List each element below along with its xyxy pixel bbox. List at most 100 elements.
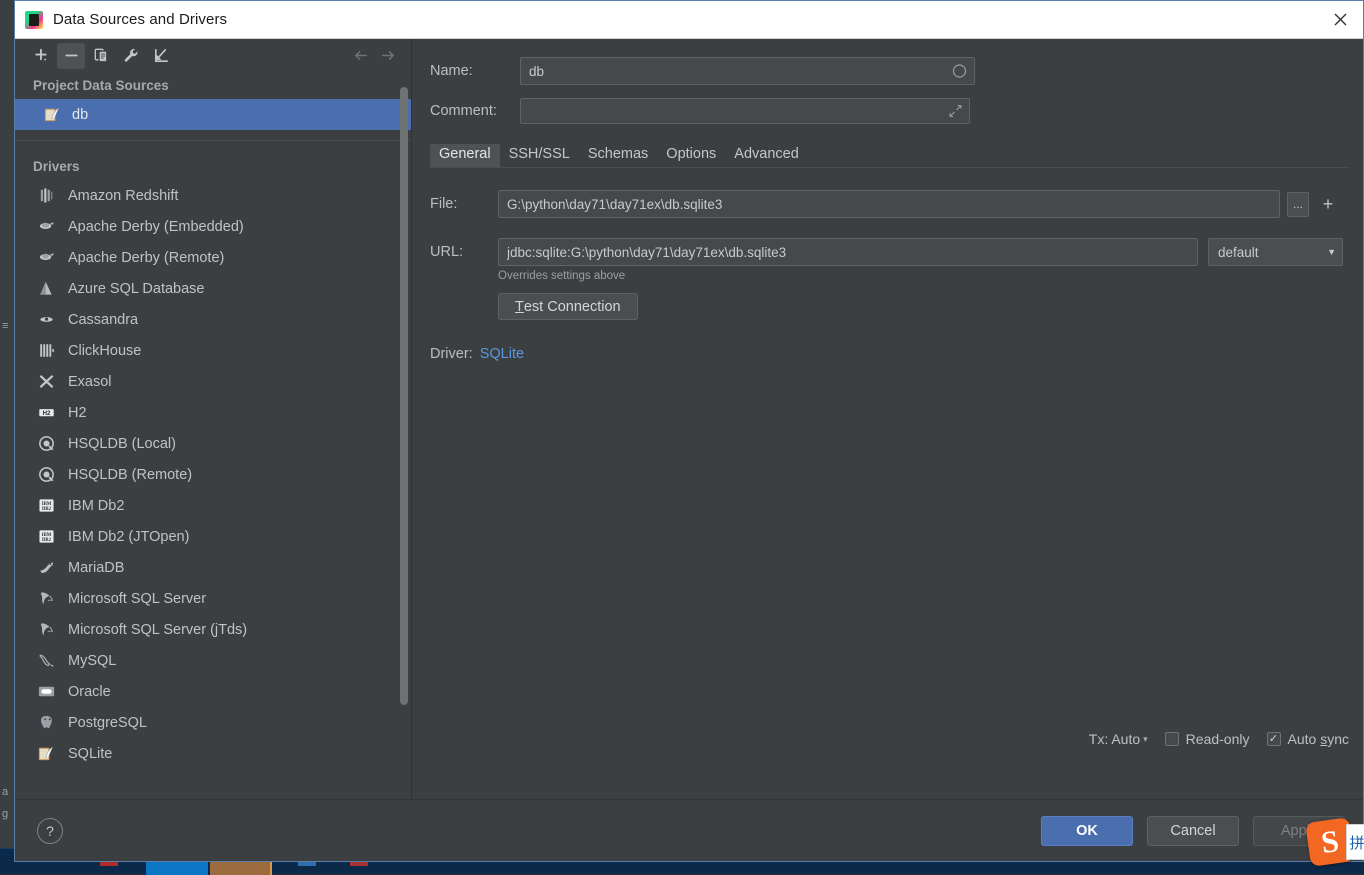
- remove-data-source-button[interactable]: [57, 43, 85, 69]
- dialog-titlebar[interactable]: Data Sources and Drivers: [15, 1, 1363, 39]
- name-row: Name: db: [430, 57, 1349, 85]
- data-sources-tree[interactable]: Project Data Sources db Drivers: [15, 72, 411, 799]
- driver-item-microsoft-sql-server[interactable]: Microsoft SQL Server: [15, 583, 411, 614]
- tab-general[interactable]: General: [430, 144, 500, 167]
- driver-item-apache-derby-embedded[interactable]: Apache Derby (Embedded): [15, 211, 411, 242]
- driver-label: IBM Db2: [68, 498, 124, 514]
- expand-icon[interactable]: [949, 105, 962, 118]
- derby-icon: [37, 217, 56, 236]
- driver-item-cassandra[interactable]: Cassandra: [15, 304, 411, 335]
- group-header-project-data-sources: Project Data Sources: [15, 72, 411, 99]
- arrow-right-icon[interactable]: [375, 43, 401, 69]
- apply-button: Apply: [1253, 816, 1345, 846]
- driver-item-apache-derby-remote[interactable]: Apache Derby (Remote): [15, 242, 411, 273]
- sidebar-toolbar: [15, 39, 411, 72]
- checkbox-box: [1165, 732, 1179, 746]
- checkbox-box: ✓: [1267, 732, 1281, 746]
- help-button[interactable]: ?: [37, 818, 63, 844]
- driver-item-azure-sql-database[interactable]: Azure SQL Database: [15, 273, 411, 304]
- driver-label: Microsoft SQL Server: [68, 591, 206, 607]
- driver-label: Azure SQL Database: [68, 281, 204, 297]
- url-mode-dropdown[interactable]: default ▼: [1208, 238, 1343, 266]
- driver-item-clickhouse[interactable]: ClickHouse: [15, 335, 411, 366]
- url-value: jdbc:sqlite:G:\python\day71\day71ex\db.s…: [507, 245, 786, 260]
- sidebar-scrollbar-thumb[interactable]: [400, 87, 408, 705]
- chevron-down-icon: ▼: [1327, 247, 1336, 257]
- pycharm-icon: [25, 11, 43, 29]
- file-path-input[interactable]: G:\python\day71\day71ex\db.sqlite3: [498, 190, 1280, 218]
- name-input-value: db: [529, 64, 544, 79]
- driver-label: ClickHouse: [68, 343, 141, 359]
- driver-label: IBM Db2 (JTOpen): [68, 529, 189, 545]
- driver-label: HSQLDB (Remote): [68, 467, 192, 483]
- dialog-body: Project Data Sources db Drivers: [15, 39, 1363, 799]
- url-input[interactable]: jdbc:sqlite:G:\python\day71\day71ex\db.s…: [498, 238, 1198, 266]
- hsqldb-icon: [37, 465, 56, 484]
- driver-label: Amazon Redshift: [68, 188, 178, 204]
- read-only-checkbox[interactable]: Read-only: [1165, 731, 1250, 747]
- driver-item-postgresql[interactable]: PostgreSQL: [15, 707, 411, 738]
- driver-link[interactable]: SQLite: [480, 346, 524, 362]
- name-label: Name:: [430, 63, 520, 79]
- file-row: File: G:\python\day71\day71ex\db.sqlite3…: [430, 190, 1349, 218]
- add-data-source-button[interactable]: [27, 43, 55, 69]
- driver-item-microsoft-sql-server-jtds[interactable]: Microsoft SQL Server (jTds): [15, 614, 411, 645]
- tab-ssh-ssl[interactable]: SSH/SSL: [500, 144, 579, 167]
- driver-item-ibm-db2[interactable]: IBM DB2 IBM Db2: [15, 490, 411, 521]
- data-source-settings-panel: Name: db Comment:: [412, 39, 1363, 799]
- db2-icon: IBM DB2: [37, 496, 56, 515]
- derby-icon: [37, 248, 56, 267]
- settings-tabs[interactable]: General SSH/SSL Schemas Options Advanced: [430, 143, 1349, 168]
- hsqldb-icon: [37, 434, 56, 453]
- postgresql-icon: [37, 713, 56, 732]
- data-source-label: db: [72, 107, 88, 123]
- duplicate-data-source-button[interactable]: [87, 43, 115, 69]
- tab-advanced[interactable]: Advanced: [725, 144, 808, 167]
- auto-sync-checkbox[interactable]: ✓ Auto sync: [1267, 731, 1350, 747]
- tab-options[interactable]: Options: [657, 144, 725, 167]
- driver-label: Exasol: [68, 374, 112, 390]
- driver-item-oracle[interactable]: Oracle: [15, 676, 411, 707]
- driver-item-hsqldb-local[interactable]: HSQLDB (Local): [15, 428, 411, 459]
- driver-item-mysql[interactable]: MySQL: [15, 645, 411, 676]
- import-arrow-icon[interactable]: [147, 43, 175, 69]
- colorize-circle-icon[interactable]: [952, 64, 967, 79]
- close-icon[interactable]: [1317, 1, 1363, 38]
- driver-label: MySQL: [68, 653, 116, 669]
- tx-mode-dropdown[interactable]: Tx: Auto ▾: [1089, 731, 1148, 747]
- tab-schemas[interactable]: Schemas: [579, 144, 657, 167]
- driver-row: Driver: SQLite: [430, 346, 1349, 362]
- driver-label: HSQLDB (Local): [68, 436, 176, 452]
- cassandra-icon: [37, 310, 56, 329]
- driver-label: Microsoft SQL Server (jTds): [68, 622, 247, 638]
- driver-label: SQLite: [68, 746, 112, 762]
- db2-icon: IBM DB2: [37, 527, 56, 546]
- read-only-label: Read-only: [1186, 731, 1250, 747]
- file-add-button[interactable]: +: [1316, 192, 1340, 217]
- data-source-item-db[interactable]: db: [15, 99, 411, 130]
- driver-label: PostgreSQL: [68, 715, 147, 731]
- driver-item-mariadb[interactable]: MariaDB: [15, 552, 411, 583]
- background-glyph: ≡: [2, 320, 8, 332]
- comment-input[interactable]: [520, 98, 970, 124]
- driver-label: Driver:: [430, 346, 473, 362]
- cancel-button[interactable]: Cancel: [1147, 816, 1239, 846]
- name-input[interactable]: db: [520, 57, 975, 85]
- driver-item-exasol[interactable]: Exasol: [15, 366, 411, 397]
- driver-item-amazon-redshift[interactable]: Amazon Redshift: [15, 180, 411, 211]
- test-connection-button[interactable]: Test Connection: [498, 293, 638, 320]
- driver-item-ibm-db2-jtopen[interactable]: IBM DB2 IBM Db2 (JTOpen): [15, 521, 411, 552]
- mysql-icon: [37, 651, 56, 670]
- driver-item-hsqldb-remote[interactable]: HSQLDB (Remote): [15, 459, 411, 490]
- wrench-icon[interactable]: [117, 43, 145, 69]
- ok-button[interactable]: OK: [1041, 816, 1133, 846]
- data-sources-sidebar: Project Data Sources db Drivers: [15, 39, 412, 799]
- data-sources-and-drivers-dialog: Data Sources and Drivers: [14, 0, 1364, 862]
- file-browse-button[interactable]: ...: [1287, 192, 1309, 217]
- svg-text:DB2: DB2: [42, 507, 52, 512]
- chevron-down-icon: ▾: [1143, 734, 1148, 745]
- driver-item-sqlite[interactable]: SQLite: [15, 738, 411, 769]
- arrow-left-icon[interactable]: [347, 43, 373, 69]
- url-label: URL:: [430, 244, 498, 260]
- driver-item-h2[interactable]: H2 H2: [15, 397, 411, 428]
